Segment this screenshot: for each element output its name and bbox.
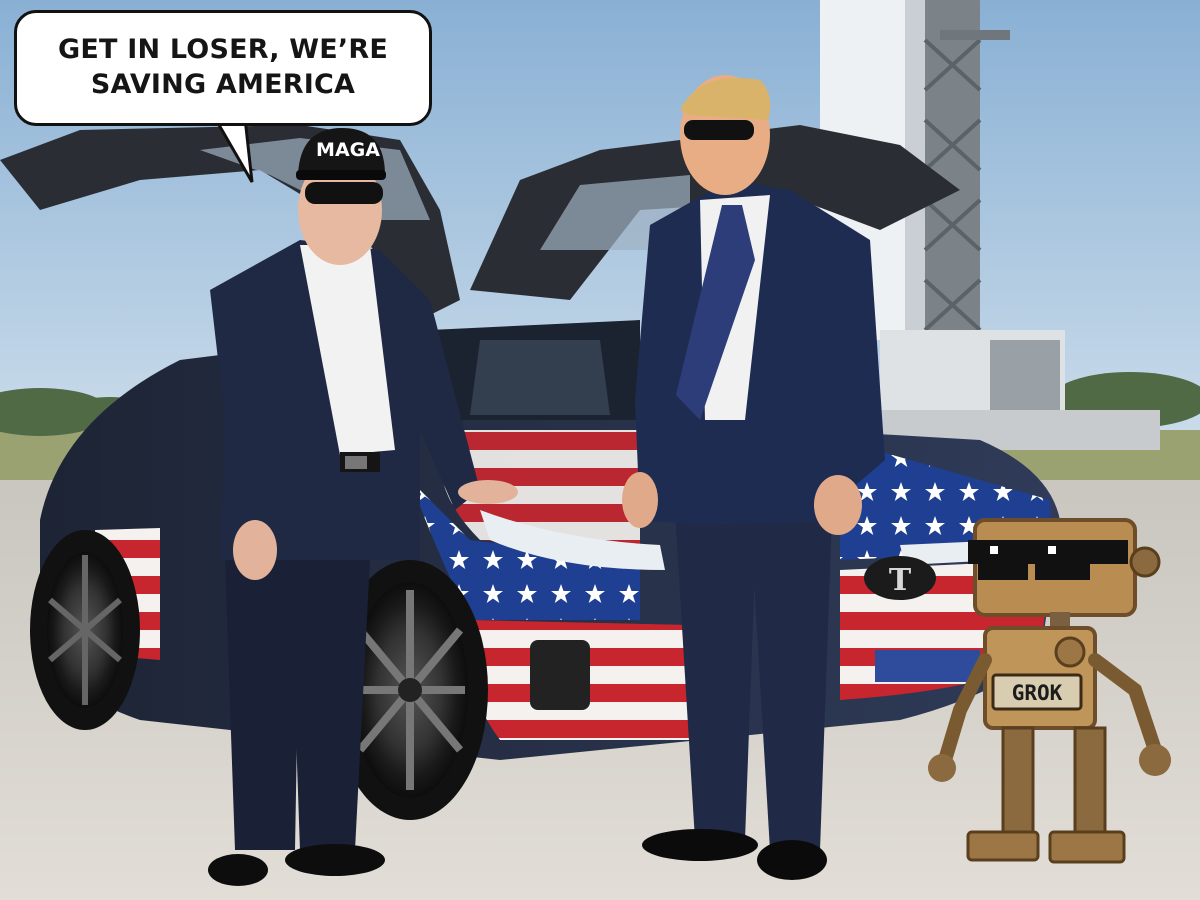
meme-scene: T MAGA GROK — [0, 0, 1200, 900]
speech-bubble: GET IN LOSER, WE’RE SAVING AMERICA — [14, 10, 432, 126]
right-shoe — [285, 844, 385, 876]
speech-line-2: SAVING AMERICA — [90, 69, 356, 100]
svg-text:T: T — [889, 563, 912, 598]
speech-line-1: GET IN LOSER, WE’RE — [57, 34, 388, 66]
left-shoe-2 — [642, 829, 758, 861]
hat-text: MAGA — [316, 139, 380, 161]
rear-wheel — [30, 530, 140, 730]
grok-label: GROK — [1012, 681, 1063, 705]
left-shoe — [208, 854, 268, 886]
right-shoe-2 — [757, 840, 827, 880]
tesla-logo: T — [864, 556, 936, 600]
